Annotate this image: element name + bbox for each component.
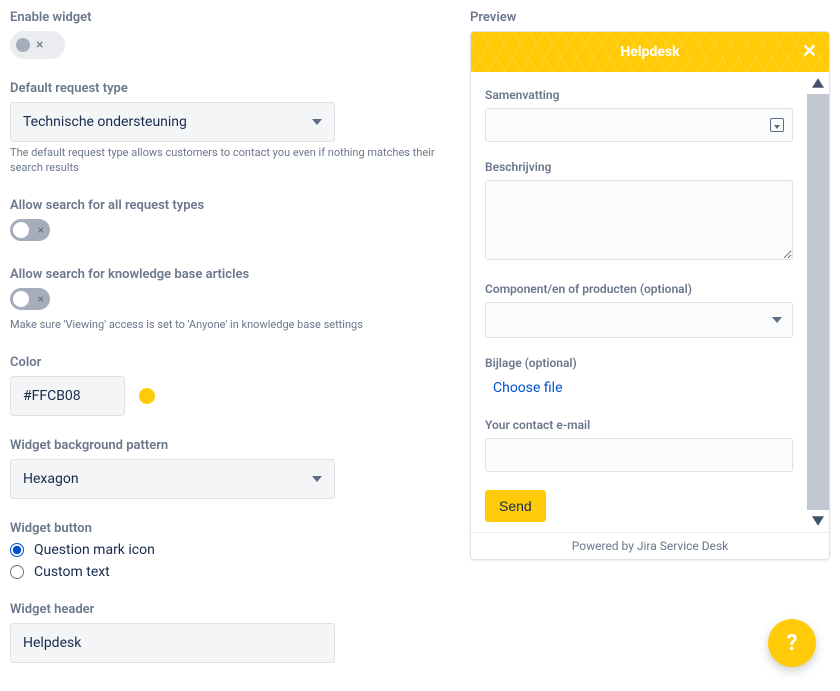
widget-header-bar: Helpdesk ✕ [471,32,829,72]
toggle-off-icon: × [36,37,43,53]
contact-label: Your contact e-mail [485,418,793,432]
chevron-down-icon [312,476,322,482]
color-field: Color #FFCB08 [10,355,450,416]
summary-label: Samenvatting [485,88,793,102]
radio-label: Question mark icon [34,542,155,558]
toggle-off-icon: × [38,291,44,307]
chevron-down-icon [312,119,322,125]
allow-search-kb-field: Allow search for knowledge base articles… [10,267,450,333]
allow-search-all-field: Allow search for all request types × [10,198,450,245]
widget-header-value: Helpdesk [23,635,81,651]
widget-button-option-icon[interactable]: Question mark icon [10,542,450,558]
question-mark-icon: ? [787,631,798,656]
enable-widget-toggle[interactable]: × [10,31,65,59]
send-button[interactable]: Send [485,490,546,522]
radio-label: Custom text [34,564,110,580]
preview-column: Preview Helpdesk ✕ Samenvatting Beschrij… [470,10,830,663]
summary-field: Samenvatting [485,88,793,142]
pattern-label: Widget background pattern [10,438,450,453]
pattern-value: Hexagon [23,471,79,487]
widget-preview: Helpdesk ✕ Samenvatting Beschrijving [470,31,830,560]
widget-button-option-text[interactable]: Custom text [10,564,450,580]
allow-search-kb-toggle[interactable]: × [10,288,50,310]
radio-input[interactable] [10,543,24,557]
scroll-down-icon[interactable] [807,510,829,532]
component-label: Component/en of producten (optional) [485,282,793,296]
allow-search-all-label: Allow search for all request types [10,198,450,213]
default-request-type-field: Default request type Technische onderste… [10,81,450,176]
color-swatch[interactable] [139,388,155,404]
allow-search-all-toggle[interactable]: × [10,219,50,241]
enable-widget-field: Enable widget × [10,10,450,59]
radio-input[interactable] [10,565,24,579]
attachment-field: Bijlage (optional) Choose file [485,356,793,400]
widget-header-label: Widget header [10,602,450,617]
toggle-knob-icon [13,222,29,238]
toggle-knob-icon [13,291,29,307]
settings-column: Enable widget × Default request type Tec… [10,10,450,663]
default-request-type-label: Default request type [10,81,450,96]
autofill-icon[interactable] [770,118,784,132]
description-label: Beschrijving [485,160,793,174]
default-request-type-helper: The default request type allows customer… [10,146,450,176]
attachment-label: Bijlage (optional) [485,356,793,370]
contact-field: Your contact e-mail [485,418,793,472]
preview-label: Preview [470,10,830,25]
toggle-off-icon: × [38,222,44,238]
pattern-select[interactable]: Hexagon [10,459,335,499]
description-field: Beschrijving [485,160,793,264]
default-request-type-select[interactable]: Technische ondersteuning [10,102,335,142]
scrollbar[interactable] [807,72,829,532]
component-field: Component/en of producten (optional) [485,282,793,338]
widget-button-label: Widget button [10,521,450,536]
color-value: #FFCB08 [23,388,81,404]
widget-body: Samenvatting Beschrijving Component/en o… [471,72,807,532]
enable-widget-label: Enable widget [10,10,450,25]
default-request-type-value: Technische ondersteuning [23,114,187,130]
choose-file-link[interactable]: Choose file [485,376,571,400]
color-input[interactable]: #FFCB08 [10,376,125,416]
scroll-track[interactable] [807,94,829,510]
summary-input[interactable] [485,108,793,142]
description-input[interactable] [485,180,793,260]
chevron-down-icon [772,317,782,323]
component-select[interactable] [485,302,793,338]
scroll-up-icon[interactable] [807,72,829,94]
toggle-knob-icon [16,38,30,52]
color-label: Color [10,355,450,370]
close-icon[interactable]: ✕ [802,43,817,61]
widget-launcher-button[interactable]: ? [768,619,816,667]
allow-search-kb-label: Allow search for knowledge base articles [10,267,450,282]
widget-button-field: Widget button Question mark icon Custom … [10,521,450,580]
allow-search-kb-helper: Make sure 'Viewing' access is set to 'An… [10,318,450,333]
widget-footer: Powered by Jira Service Desk [471,532,829,559]
contact-input[interactable] [485,438,793,472]
widget-header-input[interactable]: Helpdesk [10,623,335,663]
widget-header-field: Widget header Helpdesk [10,602,450,663]
pattern-field: Widget background pattern Hexagon [10,438,450,499]
widget-header-title: Helpdesk [620,44,679,60]
